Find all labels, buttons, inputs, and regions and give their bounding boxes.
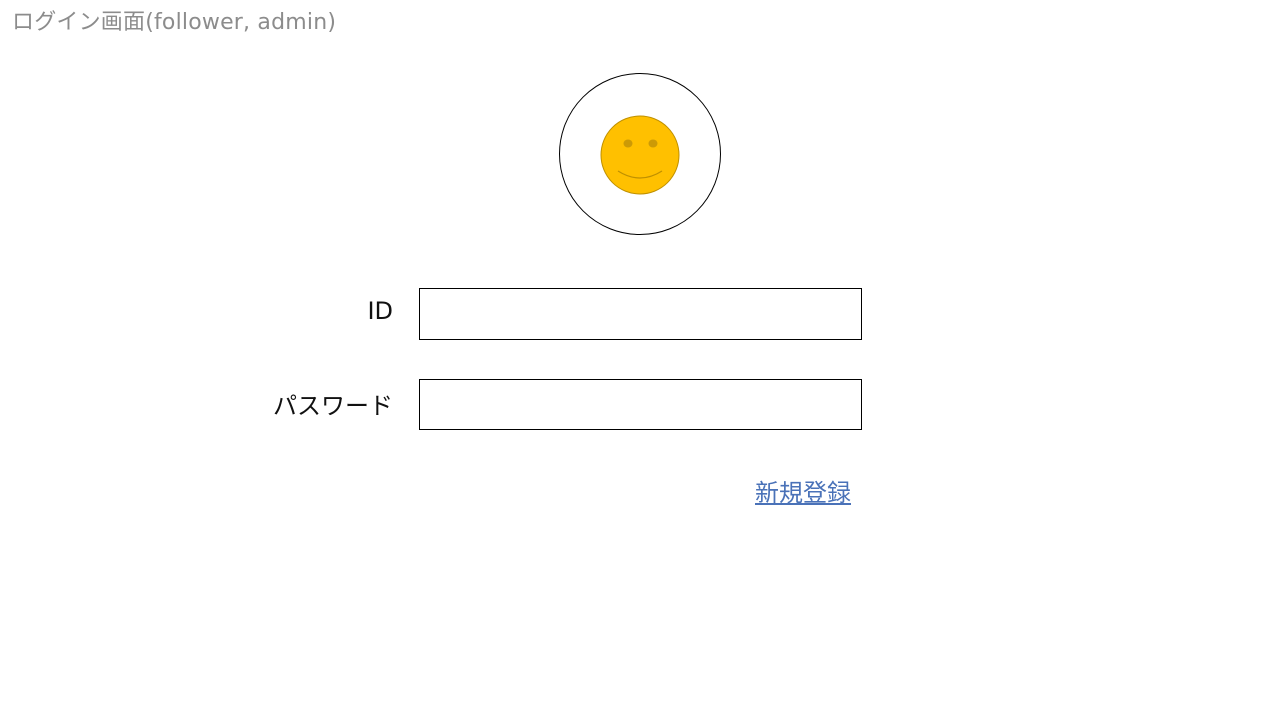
password-field[interactable] (419, 379, 862, 430)
id-label: ID (367, 297, 393, 325)
smiley-face-icon (600, 115, 680, 195)
id-field[interactable] (419, 288, 862, 340)
password-label: パスワード (273, 392, 393, 420)
register-link[interactable]: 新規登録 (755, 473, 851, 508)
page-title: ログイン画面(follower, admin) (12, 10, 337, 35)
login-page: ログイン画面(follower, admin) ID パスワード 新規登録 (0, 0, 1280, 720)
